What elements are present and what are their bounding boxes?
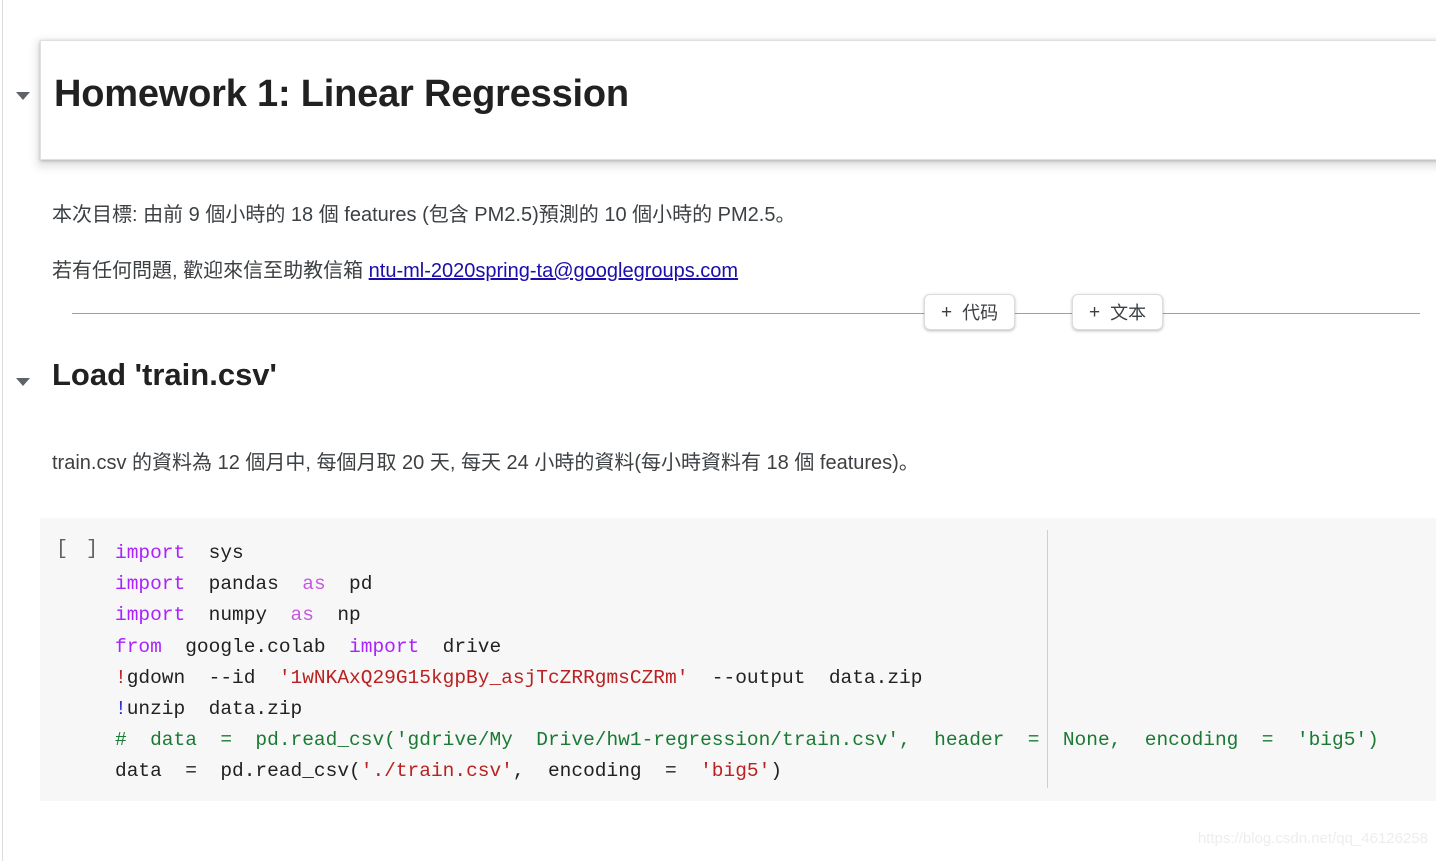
code-token: as (290, 604, 314, 627)
code-token: , encoding = (512, 760, 701, 783)
code-token: import (115, 542, 186, 564)
code-line: !gdown --id '1wNKAxQ29G15kgpBy_asjTcZRRg… (115, 663, 1379, 694)
intro-contact-text: 若有任何問題, 歡迎來信至助教信箱 ntu-ml-2020spring-ta@g… (52, 254, 738, 283)
section-title-load-train-csv: Load 'train.csv' (52, 357, 277, 392)
code-line: # data = pd.read_csv('gdrive/My Drive/hw… (115, 725, 1379, 756)
code-token: './train.csv' (360, 760, 513, 783)
code-cell[interactable]: [ ] import sys import pandas as pd import … (40, 518, 1436, 801)
ta-email-link[interactable]: ntu-ml-2020spring-ta@googlegroups.com (369, 260, 738, 282)
code-token: pd (325, 573, 373, 596)
code-token: '1wNKAxQ29G15kgpBy_asjTcZRRgmsCZRm' (278, 666, 689, 689)
code-line: import numpy as np (115, 600, 1379, 631)
plus-icon: + (941, 301, 953, 323)
code-line: import sys (115, 538, 1379, 569)
page-left-border (2, 0, 3, 861)
plus-icon: + (1089, 301, 1101, 323)
add-text-cell-label: 文本 (1110, 303, 1147, 323)
watermark-text: https://blog.csdn.net/qq_46126258 (1197, 830, 1428, 847)
code-token: ! (115, 666, 127, 689)
insert-cell-divider (72, 313, 1420, 314)
code-token: 'big5' (700, 760, 771, 783)
code-token: from (115, 635, 162, 658)
intro-contact-label: 若有任何問題, 歡迎來信至助教信箱 (52, 260, 369, 282)
code-line: !unzip data.zip (115, 694, 1379, 725)
code-token: as (302, 573, 326, 596)
page-title: Homework 1: Linear Regression (54, 73, 629, 115)
add-code-cell-label: 代码 (962, 303, 999, 323)
intro-objective-text: 本次目標: 由前 9 個小時的 18 個 features (包含 PM2.5)… (52, 204, 796, 226)
add-text-cell-button[interactable]: + 文本 (1072, 294, 1164, 330)
code-token: pandas (185, 573, 303, 596)
code-token: # data = pd.read_csv('gdrive/My Drive/hw… (115, 729, 1379, 752)
code-token: sys (185, 542, 244, 564)
triangle-down-icon-section[interactable] (16, 378, 30, 386)
code-token: ! (115, 698, 127, 721)
section-description-text: train.csv 的資料為 12 個月中, 每個月取 20 天, 每天 24 … (52, 452, 919, 474)
code-line: import pandas as pd (115, 569, 1379, 600)
code-token: drive (419, 635, 502, 658)
code-token: import (349, 635, 420, 658)
add-code-cell-button[interactable]: + 代码 (924, 294, 1016, 330)
code-line: from google.colab import drive (115, 632, 1379, 663)
code-token: gdown --id (126, 666, 279, 689)
code-token: unzip data.zip (126, 698, 303, 721)
code-token: numpy (185, 604, 291, 627)
triangle-down-icon-title[interactable] (16, 92, 30, 100)
code-line: data = pd.read_csv('./train.csv', encodi… (115, 756, 1379, 787)
code-token: google.colab (161, 635, 350, 658)
code-token: np (313, 604, 361, 627)
code-token: import (115, 604, 186, 627)
code-token: --output data.zip (688, 666, 923, 689)
code-token: data = pd.read_csv( (115, 760, 361, 783)
code-token: import (115, 573, 186, 596)
code-token: ) (770, 760, 783, 783)
code-editor[interactable]: import sys import pandas as pd import nump… (115, 538, 1379, 788)
markdown-title-cell[interactable]: Homework 1: Linear Regression (40, 40, 1436, 160)
run-cell-button[interactable]: [ ] (56, 538, 106, 561)
